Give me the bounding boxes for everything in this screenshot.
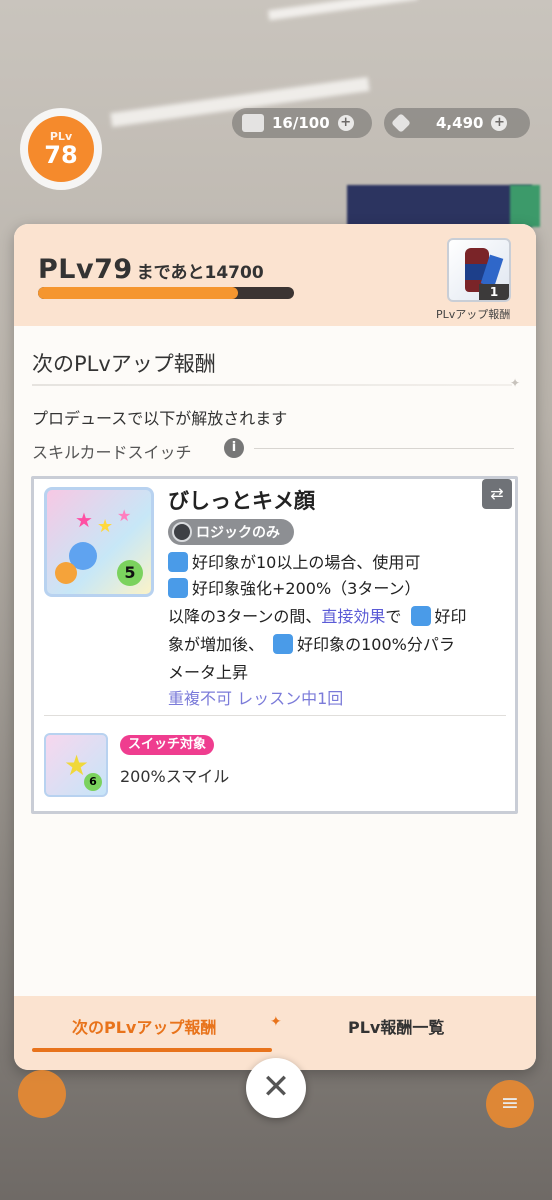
diamond-icon [391,113,411,133]
tag-label: ロジックのみ [196,525,280,541]
plus-icon[interactable]: + [337,115,354,131]
tab-reward-list[interactable]: PLv報酬一覧 [348,1014,444,1038]
logic-only-tag: ロジックのみ [168,519,294,545]
swap-icon[interactable]: ⇄ [482,479,512,509]
sparkle-icon: ✦ [270,1014,282,1030]
good-impression-icon [168,552,188,572]
info-icon[interactable]: i [224,438,244,458]
exp-bar-fill [38,287,238,299]
card-cost: 5 [117,560,143,586]
background-board [510,185,540,227]
character-button[interactable] [18,1070,66,1118]
switch-card-cost: 6 [84,773,102,791]
ceiling-light [268,0,418,21]
skill-card-switch-label: スキルカードスイッチ [32,443,192,462]
sparkle-icon: ✦ [510,376,521,390]
stamina-value: 16/100 [272,114,330,132]
skill-card-detail: ★ ★ ★ 5 びしっとキメ顔 ⇄ ロジックのみ 好印象が10以上の場合、使用可… [31,476,518,814]
plv-badge-label: PLv [49,129,73,143]
section-title: 次のPLvアップ報酬 [32,352,216,376]
card-name: びしっとキメ顔 [168,489,315,513]
switch-target-card-image[interactable]: ★ 6 [44,733,108,797]
exp-bar [38,287,294,299]
reward-item-thumbnail[interactable]: 1 [447,238,511,302]
background-board [347,185,532,227]
next-level: PLv79 [38,254,133,285]
effect-line: 好印象強化+200%（3ターン） [168,577,421,601]
effect-line: メータ上昇 [168,663,249,682]
skill-card-image[interactable]: ★ ★ ★ 5 [44,487,154,597]
divider [254,448,514,449]
level-title: PLv79 まであと14700 [38,254,264,285]
menu-button[interactable]: ≡ [486,1080,534,1128]
remaining-exp: まであと14700 [136,263,264,283]
logic-icon [172,522,192,542]
tab-active-indicator [32,1048,272,1052]
reward-caption: PLvアップ報酬 [436,308,511,321]
plv-badge[interactable]: PLv 78 [20,108,102,190]
unlock-text: プロデュースで以下が解放されます [32,409,288,428]
divider [44,715,506,716]
good-impression-icon [410,606,431,626]
good-impression-icon [273,634,294,654]
switch-target-name: 200%スマイル [120,767,230,786]
star-icon: ★ [97,516,114,537]
gem-value: 4,490 [436,114,484,132]
stamina-icon [242,114,264,132]
divider [32,384,512,386]
plus-icon[interactable]: + [491,115,508,131]
effect-line: 以降の3ターンの間、直接効果で 好印 [168,606,467,626]
reward-count: 1 [479,284,509,300]
close-button[interactable]: ✕ [246,1058,306,1118]
switch-target-tag: スイッチ対象 [120,735,215,755]
direct-effect-link[interactable]: 直接効果 [321,607,385,626]
stamina-pill[interactable]: 16/100 + [232,108,372,138]
plv-reward-panel: PLv79 まであと14700 1 PLvアップ報酬 次のPLvアップ報酬 ✦ プ… [14,224,536,1070]
refresh-icon [55,562,77,584]
effect-line: 象が増加後、 好印象の100%分パラ [168,634,455,654]
gem-pill[interactable]: 4,490 + [384,108,530,138]
effect-line: 好印象が10以上の場合、使用可 [168,551,420,575]
plv-badge-value: 78 [44,140,78,169]
panel-header: PLv79 まであと14700 1 PLvアップ報酬 [14,224,536,326]
usage-condition: 重複不可 レッスン中1回 [168,689,344,708]
star-icon: ★ [117,506,132,525]
good-impression-up-icon [168,578,188,598]
tab-next-reward[interactable]: 次のPLvアップ報酬 [72,1014,216,1038]
star-icon: ★ [75,508,93,532]
